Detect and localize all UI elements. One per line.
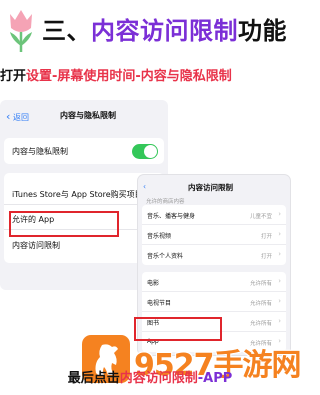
row-label: 电视节目 [147, 300, 172, 307]
row-value: 打开 [260, 254, 272, 260]
toggle-row[interactable]: 内容与隐私限制 [4, 138, 164, 164]
row-label: iTunes Store与 App Store购买项目 [12, 190, 143, 199]
row-label: 音乐个人资料 [147, 253, 184, 260]
section-header: 允许的商店内容 [146, 199, 185, 205]
screen-title: 内容访问限制 [188, 183, 233, 192]
chevron-right-icon: › [278, 277, 281, 285]
chevron-left-icon[interactable]: ‹ [143, 182, 146, 191]
row-value: 打开 [260, 234, 272, 240]
list-item[interactable]: 音乐、播客与健身 儿童不宜 › [142, 205, 286, 225]
toggle-label: 内容与隐私限制 [12, 147, 68, 156]
chevron-left-icon: ‹ [6, 110, 11, 123]
caption-suffix: -APP [197, 371, 233, 386]
nav-bar: ‹ 返回 内容与隐私限制 [0, 100, 168, 130]
row-label: 音乐视频 [147, 233, 172, 240]
page-title: 三、内容访问限制功能 [42, 11, 287, 46]
caption-highlight: 内容访问限制 [119, 371, 198, 386]
chevron-right-icon: › [278, 297, 281, 305]
list-item[interactable]: 音乐个人资料 打开 › [142, 245, 286, 265]
caption-lead: 最后点击 [67, 371, 120, 386]
chevron-right-icon: › [278, 210, 281, 218]
chevron-right-icon: › [278, 250, 281, 258]
highlight-box-content-restrictions [9, 211, 119, 237]
row-value: 允许所有 [249, 301, 272, 307]
title-prefix: 三、 [42, 17, 91, 45]
back-label: 返回 [12, 113, 29, 122]
row-label: 电影 [147, 280, 160, 287]
row-label: 音乐、播客与健身 [147, 213, 196, 220]
screen-title: 内容与隐私限制 [60, 111, 116, 120]
instruction-path: 设置-屏幕使用时间-内容与隐私限制 [26, 69, 232, 84]
list-item[interactable]: 电视节目 允许所有 › [142, 292, 286, 312]
row-label: 内容访问限制 [12, 241, 60, 250]
instruction-lead: 打开 [0, 69, 27, 84]
toggle-knob [144, 145, 157, 158]
settings-group: 音乐、播客与健身 儿童不宜 › 音乐视频 打开 › 音乐个人资料 打开 › [142, 205, 286, 265]
row-value: 允许所有 [249, 321, 272, 327]
chevron-right-icon: › [278, 230, 281, 238]
content-privacy-toggle[interactable] [132, 144, 158, 159]
caption-line: 最后点击内容访问限制-APP [0, 367, 300, 386]
chevron-right-icon: › [278, 317, 281, 325]
back-button[interactable]: ‹ 返回 [6, 110, 29, 123]
instruction-line: 打开设置-屏幕使用时间-内容与隐私限制 [0, 65, 300, 85]
header: 三、内容访问限制功能 [0, 0, 300, 58]
list-item[interactable]: 电影 允许所有 › [142, 272, 286, 292]
row-value: 允许所有 [249, 281, 272, 287]
row-value: 儿童不宜 [249, 214, 272, 220]
title-highlight: 内容访问限制 [91, 17, 238, 45]
title-suffix: 功能 [238, 17, 287, 45]
list-item[interactable]: 音乐视频 打开 › [142, 225, 286, 245]
tulip-icon [10, 10, 32, 52]
